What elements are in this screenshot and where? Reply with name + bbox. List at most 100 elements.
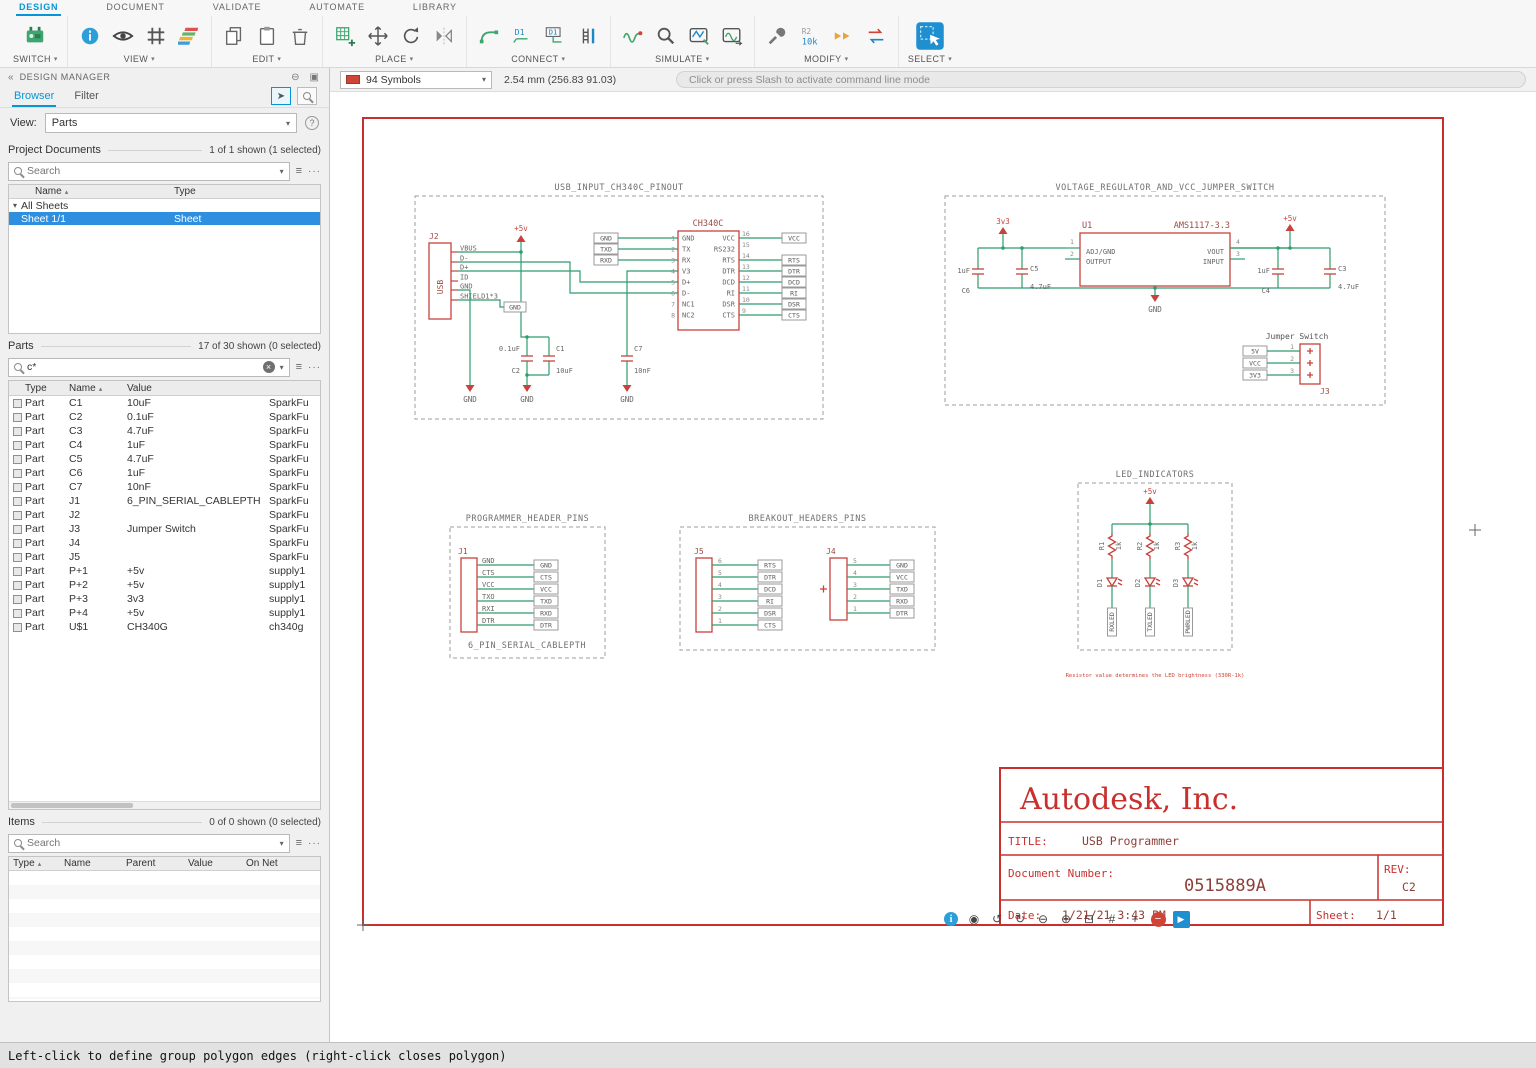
parts-table-row[interactable]: PartP+2+5vsupply1 xyxy=(9,578,320,592)
zoom-in-icon[interactable]: ⊕ xyxy=(1057,910,1075,928)
edit-menu[interactable]: EDIT▾ xyxy=(252,54,281,67)
tree-row-sheet[interactable]: Sheet 1/1 Sheet xyxy=(9,212,320,225)
panel-option-icon[interactable]: ⊖ xyxy=(289,72,301,83)
project-search-box[interactable]: ▾ xyxy=(8,162,290,181)
value-label-icon[interactable]: D1 xyxy=(542,23,568,49)
led[interactable] xyxy=(1183,578,1193,586)
list-options-icon[interactable]: ≡ xyxy=(296,165,302,177)
panel-dock-icon[interactable]: ▣ xyxy=(308,72,321,83)
parts-table-row[interactable]: PartJ4SparkFu xyxy=(9,536,320,550)
simulate-menu[interactable]: SIMULATE▾ xyxy=(655,54,709,67)
parts-table-row[interactable]: PartC710nFSparkFu xyxy=(9,480,320,494)
scope-export-icon[interactable] xyxy=(719,23,745,49)
zoom-tool-button[interactable] xyxy=(297,87,317,105)
menu-tab-validate[interactable]: VALIDATE xyxy=(210,1,265,16)
rotate-icon[interactable] xyxy=(398,23,424,49)
mirror-icon[interactable] xyxy=(431,23,457,49)
led[interactable] xyxy=(1145,578,1155,586)
wire[interactable] xyxy=(458,290,470,385)
grid-toggle-icon[interactable]: # xyxy=(1103,910,1121,928)
scrollbar-thumb[interactable] xyxy=(11,803,133,808)
chevron-down-icon[interactable]: ▾ xyxy=(280,363,284,372)
parts-table-row[interactable]: PartU$1CH340Gch340g xyxy=(9,620,320,634)
swap-icon[interactable] xyxy=(863,23,889,49)
menu-tab-library[interactable]: LIBRARY xyxy=(410,1,460,16)
undo-icon[interactable]: ↺ xyxy=(988,910,1006,928)
parts-table-row[interactable]: PartJ16_PIN_SERIAL_CABLEPTHSparkFu xyxy=(9,494,320,508)
list-options-icon[interactable]: ≡ xyxy=(296,361,302,373)
clear-search-icon[interactable]: × xyxy=(263,361,275,373)
supply-symbol[interactable] xyxy=(1286,224,1295,231)
select-tool-button[interactable]: ➤ xyxy=(271,87,291,105)
zoom-out-icon[interactable]: ⊖ xyxy=(1034,910,1052,928)
horizontal-scrollbar[interactable] xyxy=(9,801,320,809)
header-j1[interactable] xyxy=(461,558,477,632)
gnd-symbol[interactable] xyxy=(466,385,475,392)
inspect-icon[interactable] xyxy=(653,23,679,49)
view-menu[interactable]: VIEW▾ xyxy=(124,54,156,67)
grid-icon[interactable] xyxy=(143,23,169,49)
supply-symbol[interactable] xyxy=(1146,497,1155,504)
parts-table-row[interactable]: PartC20.1uFSparkFu xyxy=(9,410,320,424)
tree-row-all-sheets[interactable]: ▾ All Sheets xyxy=(9,199,320,212)
items-search-box[interactable]: ▾ xyxy=(8,834,290,853)
more-options-icon[interactable]: ··· xyxy=(308,838,321,849)
replace-value-icon[interactable]: R210k xyxy=(797,23,823,49)
parts-search-box[interactable]: × ▾ xyxy=(8,358,290,377)
copy-icon[interactable] xyxy=(221,23,247,49)
view-select[interactable]: Parts ▾ xyxy=(45,113,297,133)
select-icon[interactable] xyxy=(913,19,947,53)
parts-table-row[interactable]: PartJ5SparkFu xyxy=(9,550,320,564)
expand-icon[interactable]: + xyxy=(1126,910,1144,928)
wire[interactable] xyxy=(521,252,549,337)
header-j5[interactable] xyxy=(696,558,712,632)
items-search-input[interactable] xyxy=(27,837,275,849)
parts-table-row[interactable]: PartC61uFSparkFu xyxy=(9,466,320,480)
wire[interactable] xyxy=(458,271,678,282)
gnd-symbol[interactable] xyxy=(523,385,532,392)
help-icon[interactable]: ? xyxy=(305,116,319,130)
parts-table-row[interactable]: PartC54.7uFSparkFu xyxy=(9,452,320,466)
parts-table-row[interactable]: PartJ3Jumper SwitchSparkFu xyxy=(9,522,320,536)
gnd-symbol[interactable] xyxy=(623,385,632,392)
parts-table-row[interactable]: PartC110uFSparkFu xyxy=(9,396,320,410)
wire[interactable] xyxy=(458,300,504,307)
visibility-icon[interactable]: ◉ xyxy=(965,910,983,928)
wire[interactable] xyxy=(1003,234,1065,248)
ripup-icon[interactable] xyxy=(830,23,856,49)
menu-tab-design[interactable]: DESIGN xyxy=(16,1,61,16)
command-line-input[interactable] xyxy=(676,71,1526,88)
menu-tab-document[interactable]: DOCUMENT xyxy=(103,1,167,16)
tab-browser[interactable]: Browser xyxy=(12,88,56,107)
more-options-icon[interactable]: ··· xyxy=(308,166,321,177)
layers-icon[interactable] xyxy=(176,23,202,49)
connect-menu[interactable]: CONNECT▾ xyxy=(511,54,565,67)
move-icon[interactable] xyxy=(365,23,391,49)
parts-search-input[interactable] xyxy=(27,361,258,373)
list-options-icon[interactable]: ≡ xyxy=(296,837,302,849)
chevron-down-icon[interactable]: ▾ xyxy=(280,839,284,848)
switch-menu[interactable]: SWITCH▾ xyxy=(13,54,58,67)
redo-icon[interactable]: ↻ xyxy=(1011,910,1029,928)
layer-select[interactable]: 94 Symbols ▾ xyxy=(340,71,492,89)
parts-table-row[interactable]: PartP+33v3supply1 xyxy=(9,592,320,606)
delete-icon[interactable] xyxy=(287,23,313,49)
header-j4[interactable] xyxy=(830,558,847,620)
more-options-icon[interactable]: ··· xyxy=(308,362,321,373)
parts-table-row[interactable]: PartP+4+5vsupply1 xyxy=(9,606,320,620)
chevron-down-icon[interactable]: ▾ xyxy=(280,167,284,176)
parts-table-row[interactable]: PartP+1+5vsupply1 xyxy=(9,564,320,578)
net-wire-icon[interactable] xyxy=(476,23,502,49)
modify-menu[interactable]: MODIFY▾ xyxy=(804,54,848,67)
scope-icon[interactable] xyxy=(686,23,712,49)
project-search-input[interactable] xyxy=(27,165,275,177)
sort-icon[interactable]: ▴ xyxy=(99,386,103,393)
expand-icon[interactable]: ▾ xyxy=(9,201,21,210)
probe-icon[interactable] xyxy=(620,23,646,49)
tab-filter[interactable]: Filter xyxy=(72,88,100,107)
name-label-icon[interactable]: D1 xyxy=(509,23,535,49)
supply-symbol[interactable] xyxy=(999,227,1008,234)
visibility-icon[interactable] xyxy=(110,23,136,49)
zoom-fit-icon[interactable]: ⊡ xyxy=(1080,910,1098,928)
collapse-panel-icon[interactable]: « xyxy=(8,72,14,83)
